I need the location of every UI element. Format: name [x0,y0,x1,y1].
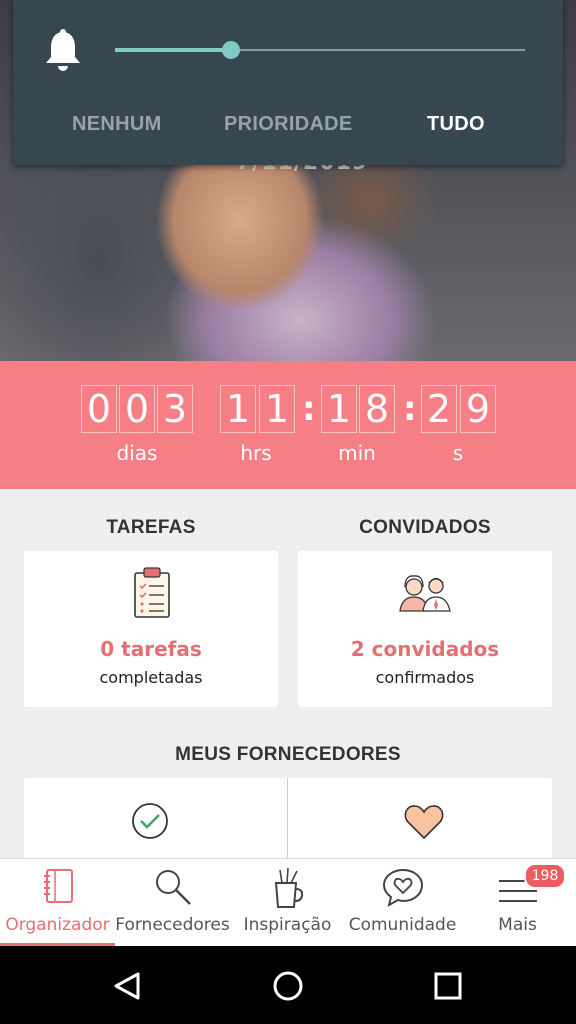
days-digit: 0 [81,385,117,433]
nav-vendors[interactable]: Fornecedores [115,859,230,947]
hours-digit: 1 [220,385,256,433]
nav-more[interactable]: 198 Mais [460,859,575,947]
seconds-digit: 9 [460,385,496,433]
wedding-countdown: 0 0 3 dias 1 1 hrs : 1 8 min : 2 9 s [0,361,576,489]
minutes-digit: 1 [321,385,357,433]
guests-status: confirmados [375,668,475,687]
minutes-digit: 8 [359,385,395,433]
heart-icon [404,805,444,840]
mode-all-button[interactable]: TUDO [427,113,485,136]
guests-card[interactable]: 2 convidados confirmados [298,551,552,707]
nav-community[interactable]: Comunidade [345,859,460,947]
nav-organizer-label: Organizador [5,915,110,935]
hours-digit: 1 [259,385,295,433]
mode-priority-button[interactable]: PRIORIDADE [224,113,353,136]
tasks-status: completadas [99,668,203,687]
nav-vendors-label: Fornecedores [115,915,230,935]
notebook-icon [43,869,73,903]
nav-inspiration[interactable]: Inspiração [230,859,345,947]
tasks-card[interactable]: 0 tarefas completadas [24,551,278,707]
nav-more-label: Mais [498,915,537,935]
mode-none-button[interactable]: NENHUM [72,113,162,136]
volume-slider-thumb[interactable] [222,41,240,59]
hours-label: hrs [240,441,272,465]
notification-volume-panel: NENHUM PRIORIDADE TUDO [13,0,563,165]
search-icon [155,870,191,905]
vendors-hired-tile[interactable] [24,778,287,868]
check-circle-icon [132,803,168,839]
days-digit: 3 [157,385,193,433]
days-label: dias [116,441,158,465]
nav-inspiration-label: Inspiração [243,915,332,935]
guests-count: 2 convidados [350,637,500,661]
volume-slider-fill [115,48,233,52]
home-icon[interactable] [272,970,304,1002]
recents-icon[interactable] [433,971,463,1001]
bell-icon[interactable] [43,28,83,74]
nav-community-label: Comunidade [348,915,457,935]
days-digit: 0 [119,385,155,433]
cup-icon [274,867,303,908]
time-separator: : [302,389,316,429]
vendors-title: MEUS FORNECEDORES [175,744,401,765]
time-separator: : [403,389,417,429]
tasks-title: TAREFAS [106,517,196,538]
chat-heart-icon [382,868,423,907]
tasks-count: 0 tarefas [100,637,202,661]
seconds-digit: 2 [421,385,457,433]
clipboard-checklist-icon [134,567,170,618]
bottom-navigation: Organizador Fornecedores Inspiração Comu… [0,858,576,946]
guests-title: CONVIDADOS [359,517,491,538]
dashboard-content: TAREFAS CONVIDADOS 0 tarefas completadas [0,489,576,868]
nav-organizer[interactable]: Organizador [0,859,115,947]
notification-badge: 198 [524,863,566,889]
vendors-favorites-tile[interactable] [288,778,552,868]
back-icon[interactable] [112,970,144,1002]
minutes-label: min [338,441,376,465]
system-navigation-bar [0,946,576,1024]
seconds-label: s [452,441,464,465]
vendors-card [24,778,552,868]
guests-couple-icon [399,575,451,612]
